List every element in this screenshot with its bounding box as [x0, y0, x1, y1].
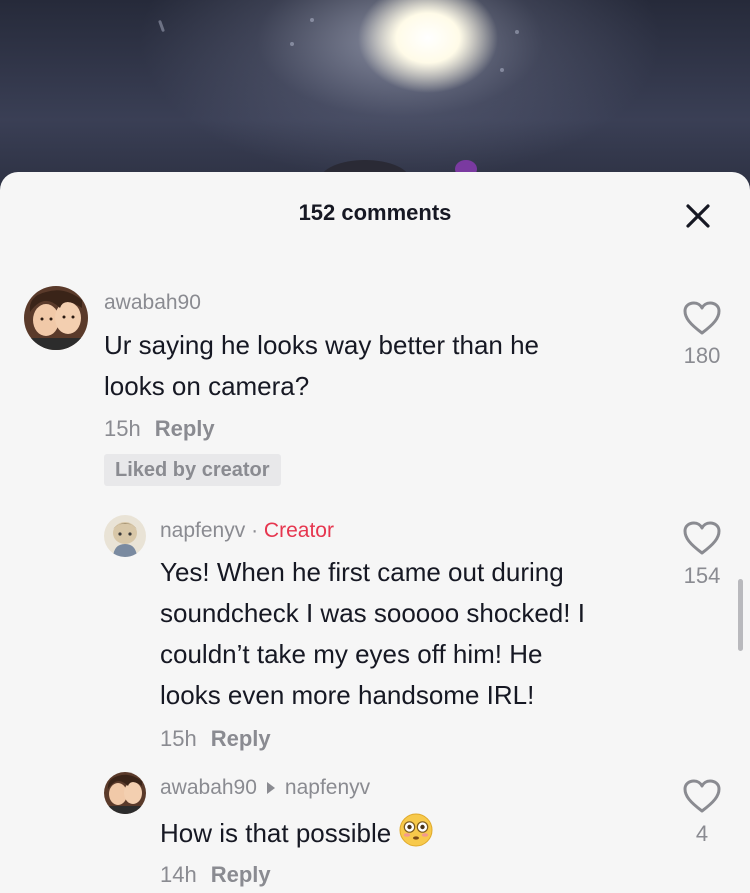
- avatar[interactable]: [104, 515, 146, 557]
- scrollbar[interactable]: [738, 579, 743, 651]
- flushed-face-emoji: [399, 813, 433, 847]
- close-button[interactable]: [680, 198, 716, 234]
- reply-timestamp: 15h: [160, 726, 197, 751]
- avatar-image: [24, 286, 88, 350]
- reply-to-username[interactable]: napfenyv: [285, 776, 370, 799]
- like-count: 154: [683, 563, 721, 588]
- liked-by-creator-badge: Liked by creator: [104, 454, 281, 486]
- comment-text-line: looks on camera?: [104, 371, 310, 401]
- stage-light-beam: [158, 19, 165, 33]
- reply-username: napfenyv · Creator: [160, 519, 334, 543]
- reply-text: How is that possible: [160, 812, 660, 854]
- reply-meta: 14h Reply: [160, 862, 271, 888]
- comments-count-title: 152 comments: [298, 200, 452, 225]
- stage-light-dot: [310, 18, 314, 22]
- reply-button[interactable]: Reply: [211, 862, 271, 887]
- reply-username: awabah90 napfenyv: [160, 776, 370, 800]
- reply-text-line: soundcheck I was sooooo shocked! I: [160, 598, 585, 628]
- reply-username-text[interactable]: awabah90: [160, 776, 257, 799]
- like-count: 180: [683, 343, 721, 368]
- comment-text-line: Ur saying he looks way better than he: [104, 330, 540, 360]
- creator-tag: Creator: [263, 519, 334, 542]
- like-button[interactable]: 154: [672, 520, 732, 589]
- avatar[interactable]: [24, 286, 88, 350]
- avatar-image: [104, 772, 146, 814]
- reply-to-arrow-icon: [266, 781, 275, 794]
- reply-text-line: looks even more handsome IRL!: [160, 680, 535, 710]
- comment-timestamp: 15h: [104, 416, 141, 441]
- comment-text: Ur saying he looks way better than he lo…: [104, 325, 634, 407]
- comments-sheet: 152 comments awabah90 Ur saying he looks…: [0, 172, 750, 893]
- like-count: 4: [695, 821, 709, 846]
- reply-button[interactable]: Reply: [211, 726, 271, 751]
- avatar[interactable]: [104, 772, 146, 814]
- close-icon: [686, 204, 710, 228]
- reply-text-line: Yes! When he first came out during: [160, 557, 564, 587]
- heart-outline-icon: [683, 301, 721, 335]
- like-button[interactable]: 180: [672, 300, 732, 369]
- like-button[interactable]: 4: [672, 778, 732, 847]
- comment-username[interactable]: awabah90: [104, 291, 201, 315]
- reply-button[interactable]: Reply: [155, 416, 215, 441]
- reply-text-line: How is that possible: [160, 818, 392, 848]
- heart-outline-icon: [683, 521, 721, 555]
- stage-light-dot: [290, 42, 294, 46]
- reply-username-text[interactable]: napfenyv: [160, 519, 245, 542]
- avatar-image: [104, 515, 146, 557]
- comment-meta: 15h Reply: [104, 416, 215, 442]
- stage-light-dot: [500, 68, 504, 72]
- video-background: [0, 0, 750, 200]
- stage-light-dot: [515, 30, 519, 34]
- separator-dot: ·: [251, 519, 259, 542]
- heart-outline-icon: [683, 779, 721, 813]
- reply-timestamp: 14h: [160, 862, 197, 887]
- reply-text-line: couldn’t take my eyes off him! He: [160, 639, 543, 669]
- reply-text: Yes! When he first came out during sound…: [160, 552, 660, 716]
- reply-meta: 15h Reply: [160, 726, 271, 752]
